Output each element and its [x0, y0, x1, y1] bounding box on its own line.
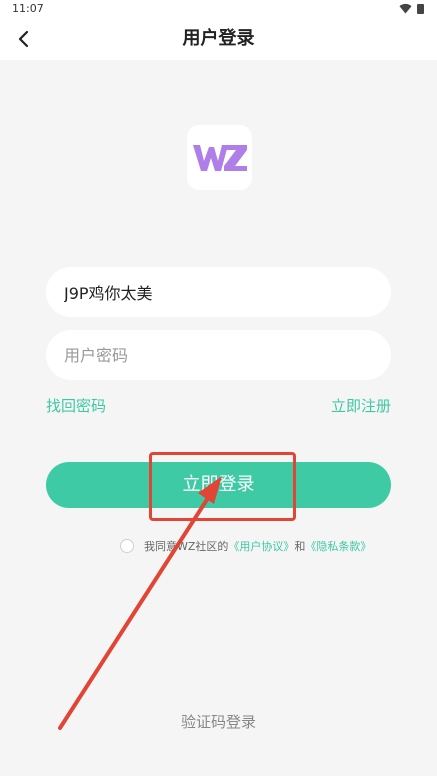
username-input[interactable]: [64, 282, 391, 302]
status-icons: [399, 3, 427, 14]
login-button[interactable]: 立即登录: [46, 462, 391, 508]
signal-icon: [417, 4, 424, 14]
annotation-arrow: [58, 476, 222, 730]
agreement-conjunction: 和: [294, 540, 306, 553]
chevron-left-icon: [18, 30, 29, 48]
status-time: 11:07: [12, 2, 44, 15]
wifi-icon: [399, 3, 412, 14]
username-field[interactable]: [46, 267, 391, 317]
wz-logo-icon: [192, 144, 247, 171]
agreement-row: 我同意WZ社区的 《用户协议》 和 《隐私条款》: [120, 538, 371, 554]
password-field[interactable]: [46, 330, 391, 380]
app-logo: [187, 125, 252, 190]
nav-bar: 用户登录: [0, 18, 437, 60]
status-bar: 11:07: [0, 0, 437, 18]
sms-login-link[interactable]: 验证码登录: [0, 711, 437, 732]
user-agreement-link[interactable]: 《用户协议》: [228, 538, 294, 554]
back-button[interactable]: [10, 26, 36, 52]
page-title: 用户登录: [182, 28, 255, 49]
agree-checkbox[interactable]: [120, 539, 134, 553]
login-screen: 11:07 用户登录 找回密码 立即注: [0, 0, 437, 776]
privacy-policy-link[interactable]: 《隐私条款》: [305, 538, 371, 554]
agreement-prefix: 我同意WZ社区的: [144, 540, 229, 553]
forgot-password-link[interactable]: 找回密码: [46, 395, 106, 416]
register-link[interactable]: 立即注册: [331, 395, 391, 416]
password-input[interactable]: [64, 345, 391, 365]
